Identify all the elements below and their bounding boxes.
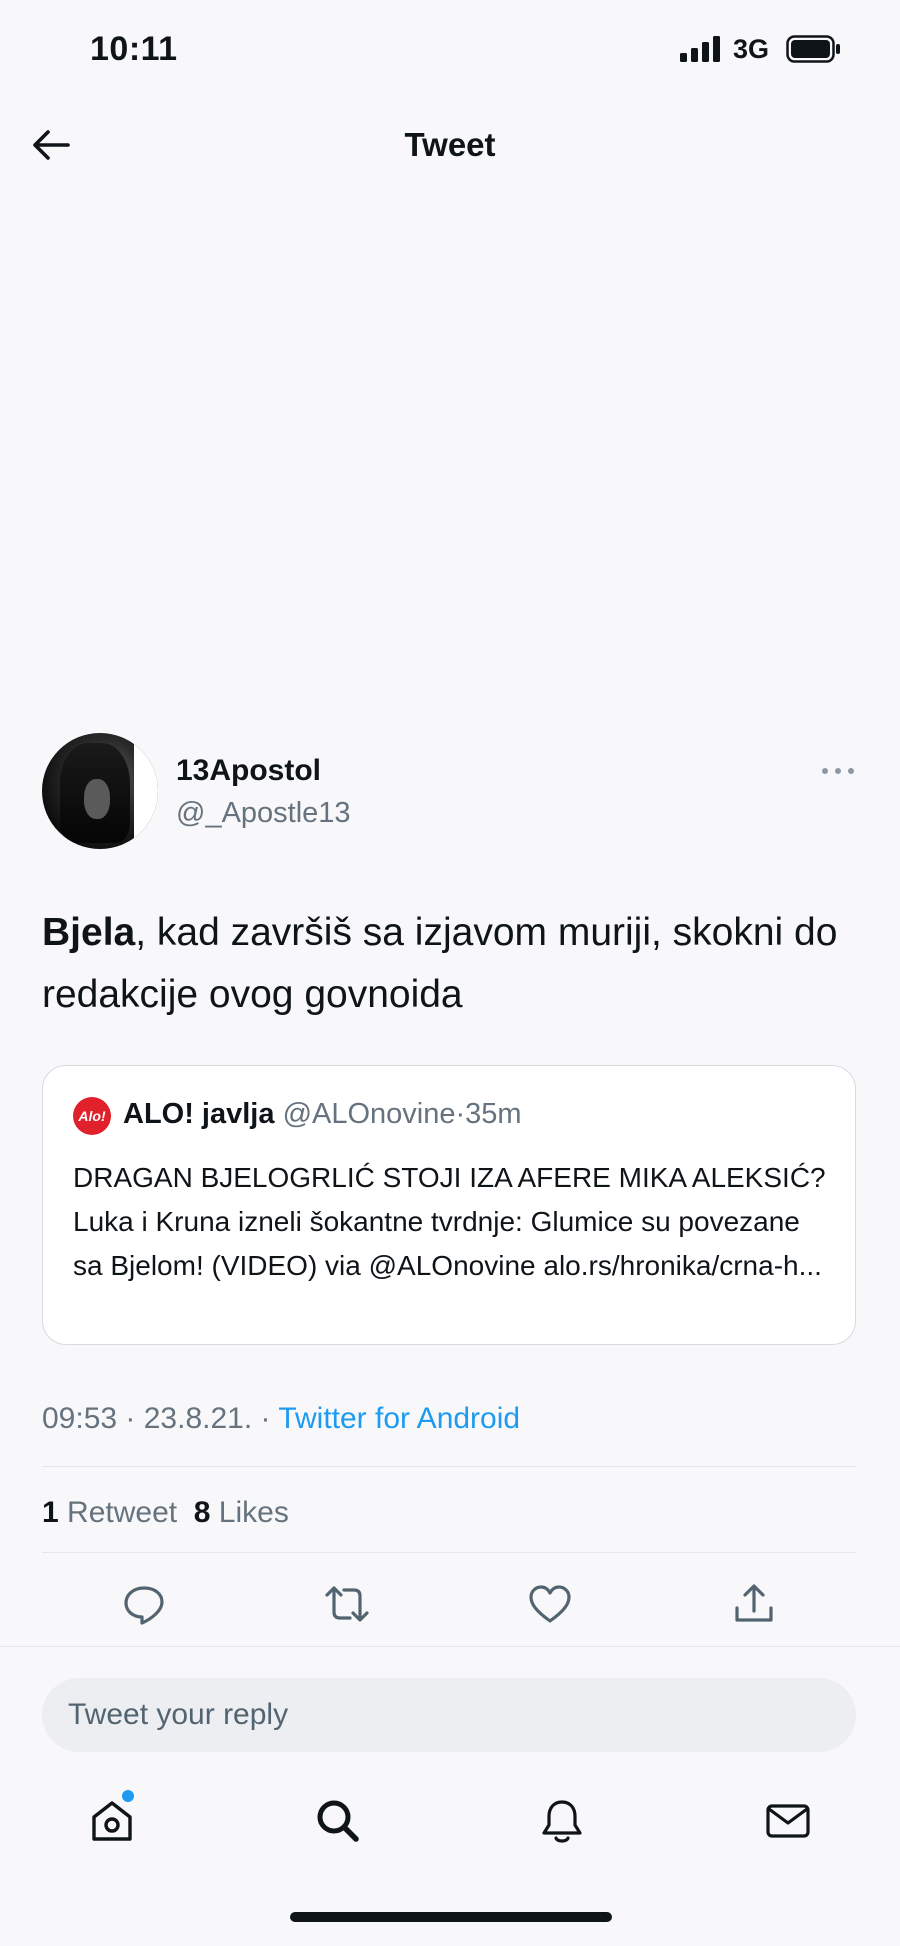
user-handle[interactable]: @_Apostle13 [176, 797, 351, 830]
reply-input[interactable] [68, 1678, 828, 1752]
tweet-text: Bjela, kad završiš sa izjavom muriji, sk… [42, 902, 862, 1026]
retweets-stat[interactable]: 1 Retweet [42, 1496, 177, 1529]
reply-box[interactable] [42, 1678, 856, 1752]
share-icon[interactable] [730, 1580, 778, 1628]
network-type: 3G [733, 34, 770, 64]
tweet-time: 09:53 [42, 1402, 118, 1435]
quote-display-name: ALO! javlja [123, 1098, 275, 1130]
search-icon[interactable] [312, 1795, 364, 1847]
meta-separator: · [252, 1402, 279, 1435]
page-title: Tweet [404, 126, 496, 163]
divider [0, 1646, 900, 1647]
avatar[interactable] [42, 733, 158, 849]
tweet-stats: 1 Retweet 8 Likes [42, 1496, 289, 1530]
tweet-text-body: , kad završiš sa izjavom muriji, skokni … [42, 911, 838, 1016]
quote-avatar-logo: Alo! [73, 1097, 111, 1135]
tweet-source-link[interactable]: Twitter for Android [278, 1402, 520, 1435]
tweet-mention-bold: Bjela [42, 911, 136, 954]
battery-icon [786, 35, 840, 63]
likes-stat[interactable]: 8 Likes [194, 1496, 289, 1529]
quote-age: 35m [465, 1098, 522, 1130]
tweet-date: 23.8.21. [143, 1402, 253, 1435]
divider [42, 1466, 856, 1467]
status-time: 10:11 [90, 30, 178, 68]
home-indicator[interactable] [290, 1912, 612, 1922]
notifications-icon[interactable] [536, 1795, 588, 1847]
display-name[interactable]: 13Apostol [176, 754, 321, 788]
reply-icon[interactable] [120, 1580, 168, 1628]
quote-header: ALO! javlja @ALOnovine·35m [123, 1098, 522, 1131]
divider [42, 1552, 856, 1553]
like-count: 8 [193, 1496, 211, 1529]
messages-icon[interactable] [762, 1795, 814, 1847]
quote-text: DRAGAN BJELOGRLIĆ STOJI IZA AFERE MIKA A… [73, 1162, 826, 1281]
likes-label: Likes [218, 1496, 289, 1529]
tweet-meta: 09:53 · 23.8.21. · Twitter for Android [42, 1402, 520, 1436]
quote-separator: · [455, 1098, 466, 1130]
quoted-tweet[interactable]: Alo! ALO! javlja @ALOnovine·35m DRAGAN B… [42, 1065, 856, 1345]
more-options-icon[interactable] [820, 765, 856, 777]
retweet-count: 1 [42, 1496, 59, 1529]
retweet-icon[interactable] [323, 1580, 371, 1628]
signal-icon [680, 36, 720, 62]
quote-handle: @ALOnovine [282, 1098, 456, 1130]
like-icon[interactable] [526, 1580, 574, 1628]
retweet-label: Retweet [67, 1496, 178, 1529]
meta-separator: · [117, 1402, 144, 1435]
notification-dot [122, 1790, 134, 1802]
home-icon[interactable] [86, 1795, 138, 1847]
